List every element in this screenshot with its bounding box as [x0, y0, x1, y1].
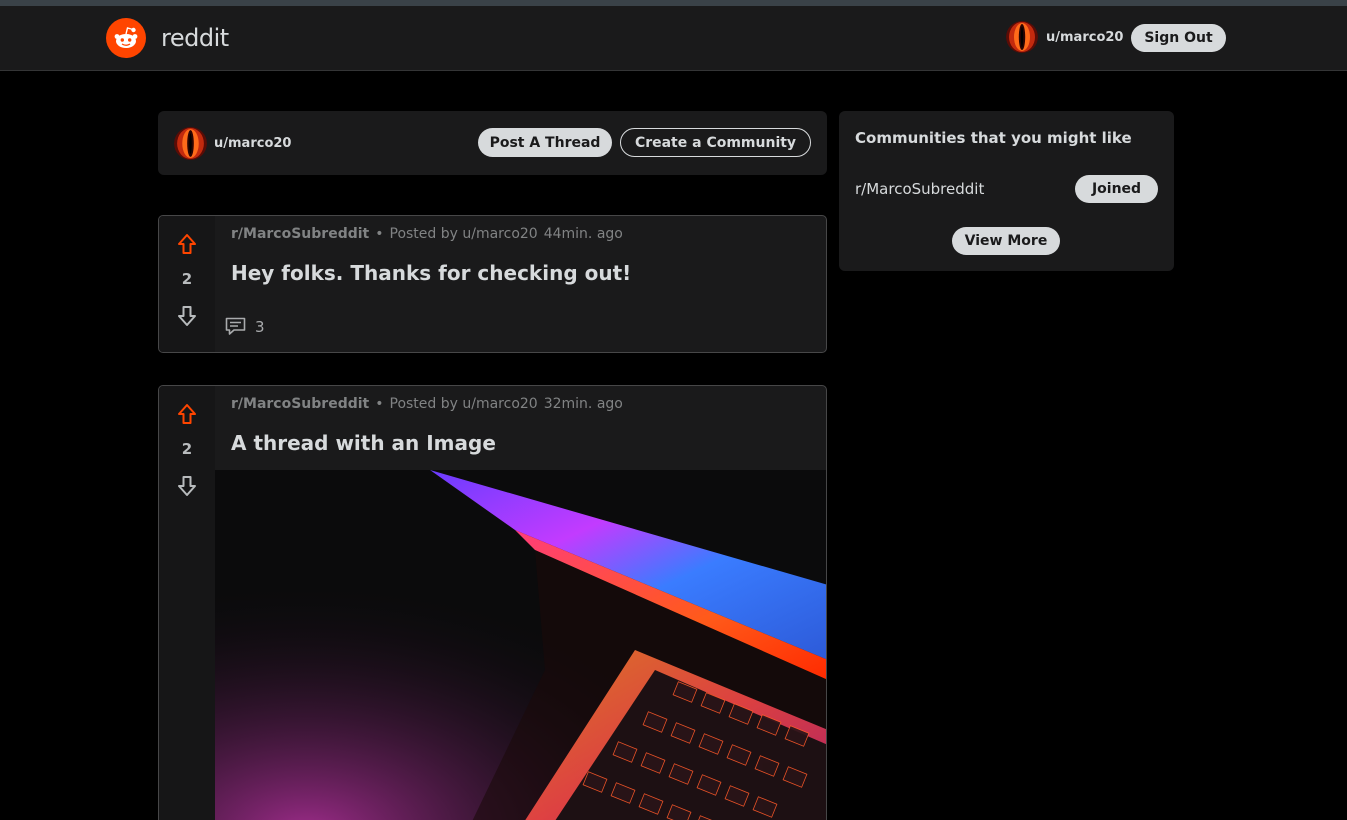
vote-count: 2 — [181, 270, 193, 288]
user-avatar — [1006, 21, 1038, 53]
action-bar-user[interactable]: u/marco20 — [174, 127, 291, 160]
post-author: Posted by u/marco20 — [389, 226, 538, 242]
comment-count: 3 — [255, 317, 265, 336]
post-title[interactable]: A thread with an Image — [231, 431, 496, 455]
meta-separator: • — [375, 226, 384, 242]
downvote-arrow-icon[interactable] — [176, 475, 198, 497]
post-card[interactable]: 2 r/MarcoSubreddit • Posted by u/marco20 32… — [158, 385, 827, 820]
comment-icon — [225, 317, 246, 335]
upvote-arrow-icon[interactable] — [176, 233, 198, 255]
post-title[interactable]: Hey folks. Thanks for checking out! — [231, 261, 631, 285]
view-more-button[interactable]: View More — [952, 227, 1060, 255]
community-suggestions: Communities that you might like r/MarcoS… — [839, 111, 1174, 271]
create-community-button[interactable]: Create a Community — [620, 128, 811, 157]
vote-column: 2 — [159, 216, 215, 352]
upvote-arrow-icon[interactable] — [176, 403, 198, 425]
vote-count: 2 — [181, 440, 193, 458]
post-card[interactable]: 2 r/MarcoSubreddit • Posted by u/marco20 44… — [158, 215, 827, 353]
post-meta: r/MarcoSubreddit • Posted by u/marco20 32mi… — [231, 396, 623, 412]
logo-wordmark: reddit — [161, 24, 229, 52]
reddit-alien-icon — [106, 18, 146, 58]
downvote-arrow-icon[interactable] — [176, 305, 198, 327]
user-avatar — [174, 127, 207, 160]
post-image-laptop[interactable] — [215, 470, 826, 820]
action-bar-username: u/marco20 — [214, 136, 292, 151]
post-subreddit-link[interactable]: r/MarcoSubreddit — [231, 396, 369, 412]
suggestions-title: Communities that you might like — [855, 129, 1132, 147]
post-subreddit-link[interactable]: r/MarcoSubreddit — [231, 226, 369, 242]
comments-button[interactable]: 3 — [225, 317, 265, 336]
community-link[interactable]: r/MarcoSubreddit — [855, 180, 984, 198]
top-header: reddit u/marco20 Sign Out — [0, 6, 1347, 71]
header-user-menu[interactable]: u/marco20 — [1006, 21, 1123, 53]
post-thread-button[interactable]: Post A Thread — [478, 128, 612, 157]
post-meta: r/MarcoSubreddit • Posted by u/marco20 44mi… — [231, 226, 623, 242]
sign-out-button[interactable]: Sign Out — [1131, 24, 1226, 52]
home-logo-link[interactable]: reddit — [106, 18, 229, 58]
post-author: Posted by u/marco20 — [389, 396, 538, 412]
post-time: 44min. ago — [543, 226, 623, 242]
post-time: 32min. ago — [543, 396, 623, 412]
header-username: u/marco20 — [1046, 29, 1124, 45]
joined-button[interactable]: Joined — [1075, 175, 1158, 203]
create-post-bar: u/marco20 Post A Thread Create a Communi… — [158, 111, 827, 175]
vote-column: 2 — [159, 386, 215, 820]
meta-separator: • — [375, 396, 384, 412]
